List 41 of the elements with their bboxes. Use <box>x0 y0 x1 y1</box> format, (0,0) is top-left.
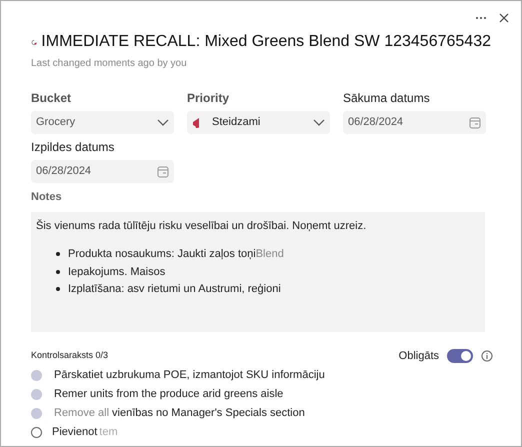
dropdown[interactable]: Steidzami <box>187 111 330 134</box>
bullet-text: Produkta nosaukums: Jaukti zaļos toņi <box>68 247 256 262</box>
notes-field[interactable]: Šis vienums rada tūlītēju risku veselībai un drošībai. Noņemt uzreiz. Produkta nosaukums: Jaukti zaļos toņiBlend Iepakojums. Maisos Izplatīšana: asv rietumi un Austrumi, reģioni <box>31 212 485 332</box>
field-value: Grocery <box>36 115 76 130</box>
faded-text: Blend <box>256 247 284 262</box>
dropdown[interactable]: Grocery <box>31 111 174 134</box>
bullet-icon <box>56 287 60 292</box>
required-toggle[interactable] <box>447 348 473 363</box>
bullet-icon <box>56 270 60 274</box>
chevron-down-icon <box>157 118 169 126</box>
field-value: Steidzami <box>212 115 260 130</box>
calendar-icon <box>157 166 169 178</box>
task-title: IMMEDIATE RECALL: Mixed Greens Blend SW 123456765432 <box>41 32 491 52</box>
last-changed-text: Last changed moments ago by you <box>31 57 188 71</box>
checklist-item-text: Manager's Specials section <box>171 406 305 421</box>
chevron-down-icon <box>313 118 325 126</box>
close-icon[interactable] <box>499 13 509 23</box>
info-icon[interactable] <box>481 350 493 362</box>
field-value: 06/28/2024 <box>348 115 404 130</box>
field-label: Bucket <box>31 90 72 107</box>
checklist-item-text: vienības no <box>112 406 168 421</box>
field-label: Priority <box>187 90 230 107</box>
add-item-text[interactable]: Pievienot <box>52 425 98 440</box>
checklist-label: Kontrolsaraksts 0/3 <box>31 349 108 362</box>
faded-text: tem <box>99 425 118 440</box>
date-field[interactable]: 06/28/2024 <box>343 111 486 134</box>
checklist-item-text: Remer units from the produce arid greens aisle <box>54 387 284 402</box>
field-label: Sākuma datums <box>343 90 431 107</box>
field-label: Izpildes datums <box>31 139 116 156</box>
notes-label: Notes <box>31 190 63 205</box>
bullet-text: Iepakojums. Maisos <box>68 264 166 280</box>
checklist-item-text: Remove all <box>54 406 110 421</box>
required-label: Obligāts <box>398 348 439 364</box>
notes-text: Šis vienums rada tūlītēju risku veselībai un drošībai. Noņemt uzreiz. <box>36 218 368 234</box>
bullet-icon <box>56 252 60 256</box>
more-icon[interactable] <box>475 16 487 20</box>
field-value: 06/28/2024 <box>36 164 92 180</box>
calendar-icon <box>469 116 481 128</box>
bullet-text: Izplatīšana: asv rietumi un Austrumi, reģioni <box>68 282 281 297</box>
date-field[interactable]: 06/28/2024 <box>31 160 174 183</box>
checklist-item-text: Pārskatiet uzbrukuma POE, izmantojot SKU informāciju <box>54 368 325 383</box>
